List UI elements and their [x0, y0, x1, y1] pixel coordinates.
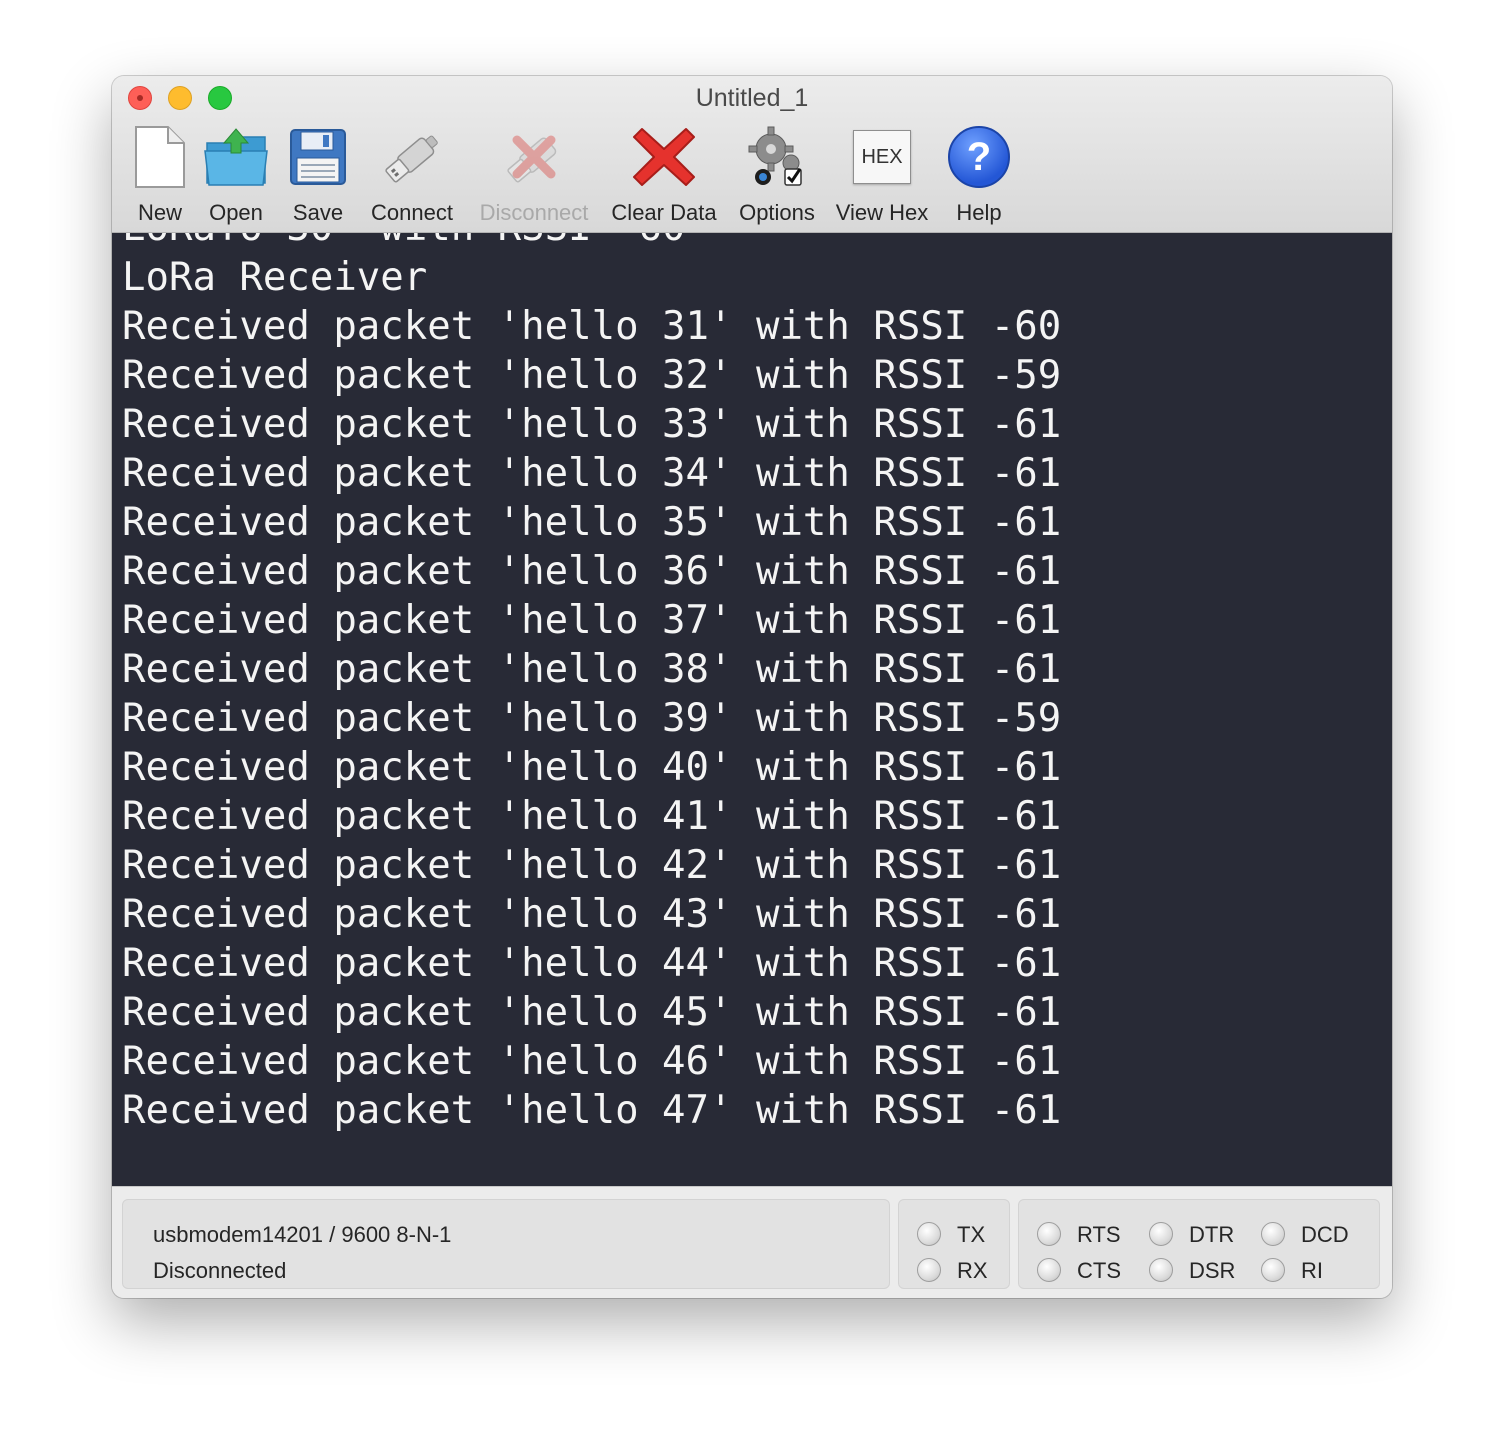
disconnect-button[interactable]: Disconnect [474, 122, 594, 226]
terminal-partial-line: LoRaTo 30 with RSSI -60 [122, 233, 686, 252]
clear-data-button[interactable]: Clear Data [608, 122, 720, 226]
new-button[interactable]: New [124, 122, 196, 226]
terminal-line: Received packet 'hello 41' with RSSI -61 [122, 794, 1062, 839]
dtr-indicator-led [1149, 1222, 1173, 1246]
dsr-label: DSR [1189, 1258, 1236, 1283]
gear-options-icon [742, 122, 812, 192]
cts-label: CTS [1077, 1258, 1121, 1283]
terminal-line: Received packet 'hello 46' with RSSI -61 [122, 1039, 1062, 1084]
open-button[interactable]: Open [200, 122, 272, 226]
options-button[interactable]: Options [734, 122, 820, 226]
options-button-label: Options [739, 200, 815, 225]
usb-disconnect-icon [499, 122, 569, 192]
rx-indicator-led [917, 1258, 941, 1282]
help-button[interactable]: ? Help [944, 122, 1014, 226]
signal-lines-panel: RTS DTR DCD CTS DSR RI [1018, 1199, 1380, 1289]
titlebar: Untitled_1 New Open Save Connect Disconn… [112, 76, 1392, 233]
connect-button[interactable]: Connect [364, 122, 460, 226]
save-button-label: Save [292, 200, 344, 225]
dsr-indicator-led [1149, 1258, 1173, 1282]
save-button[interactable]: Save [282, 122, 354, 226]
rx-label: RX [957, 1258, 988, 1283]
terminal-line: Received packet 'hello 40' with RSSI -61 [122, 745, 1062, 790]
floppy-disk-icon [283, 122, 353, 192]
connection-status-panel: usbmodem14201 / 9600 8-N-1 Disconnected [122, 1199, 890, 1289]
clear-data-button-label: Clear Data [611, 200, 717, 225]
window-title: Untitled_1 [695, 84, 809, 112]
serial-output-terminal[interactable]: LoRaTo 30 with RSSI -60 LoRa Receiver Re… [112, 233, 1392, 1186]
hex-icon-text: HEX [853, 130, 911, 184]
new-document-icon [125, 122, 195, 192]
terminal-line: Received packet 'hello 42' with RSSI -61 [122, 843, 1062, 888]
help-icon-glyph: ? [948, 126, 1010, 188]
dcd-indicator-led [1261, 1222, 1285, 1246]
help-question-icon: ? [944, 122, 1014, 192]
tx-label: TX [957, 1222, 986, 1247]
ri-label: RI [1301, 1258, 1323, 1283]
terminal-line: LoRa Receiver [122, 255, 428, 300]
open-folder-icon [201, 122, 271, 192]
ri-indicator-led [1261, 1258, 1285, 1282]
terminal-line: Received packet 'hello 36' with RSSI -61 [122, 549, 1062, 594]
view-hex-button-label: View Hex [835, 200, 929, 225]
red-x-icon [629, 122, 699, 192]
hex-icon: HEX [847, 122, 917, 192]
connection-state-text: Disconnected [153, 1258, 287, 1283]
terminal-line: Received packet 'hello 32' with RSSI -59 [122, 353, 1062, 398]
terminal-line: Received packet 'hello 45' with RSSI -61 [122, 990, 1062, 1035]
terminal-line: Received packet 'hello 44' with RSSI -61 [122, 941, 1062, 986]
terminal-line: Received packet 'hello 39' with RSSI -59 [122, 696, 1062, 741]
usb-plug-icon [377, 122, 447, 192]
rts-indicator-led [1037, 1222, 1061, 1246]
rts-label: RTS [1077, 1222, 1121, 1247]
cts-indicator-led [1037, 1258, 1061, 1282]
new-button-label: New [137, 200, 182, 225]
txrx-indicator-panel: TX RX [898, 1199, 1010, 1289]
terminal-line: Received packet 'hello 47' with RSSI -61 [122, 1088, 1062, 1133]
status-bar: usbmodem14201 / 9600 8-N-1 Disconnected … [112, 1186, 1392, 1298]
disconnect-button-label: Disconnect [479, 200, 589, 225]
help-button-label: Help [956, 200, 1002, 225]
dcd-label: DCD [1301, 1222, 1349, 1247]
tx-indicator-led [917, 1222, 941, 1246]
terminal-line: Received packet 'hello 37' with RSSI -61 [122, 598, 1062, 643]
view-hex-button[interactable]: HEX View Hex [834, 122, 930, 226]
terminal-line: Received packet 'hello 43' with RSSI -61 [122, 892, 1062, 937]
terminal-line: Received packet 'hello 35' with RSSI -61 [122, 500, 1062, 545]
app-window: Untitled_1 New Open Save Connect Disconn… [112, 76, 1392, 1298]
open-button-label: Open [209, 200, 263, 225]
connect-button-label: Connect [371, 200, 453, 225]
terminal-line: Received packet 'hello 33' with RSSI -61 [122, 402, 1062, 447]
terminal-line: Received packet 'hello 38' with RSSI -61 [122, 647, 1062, 692]
dtr-label: DTR [1189, 1222, 1235, 1247]
port-settings-text: usbmodem14201 / 9600 8-N-1 [153, 1222, 452, 1247]
terminal-line: Received packet 'hello 34' with RSSI -61 [122, 451, 1062, 496]
terminal-line: Received packet 'hello 31' with RSSI -60 [122, 304, 1062, 349]
